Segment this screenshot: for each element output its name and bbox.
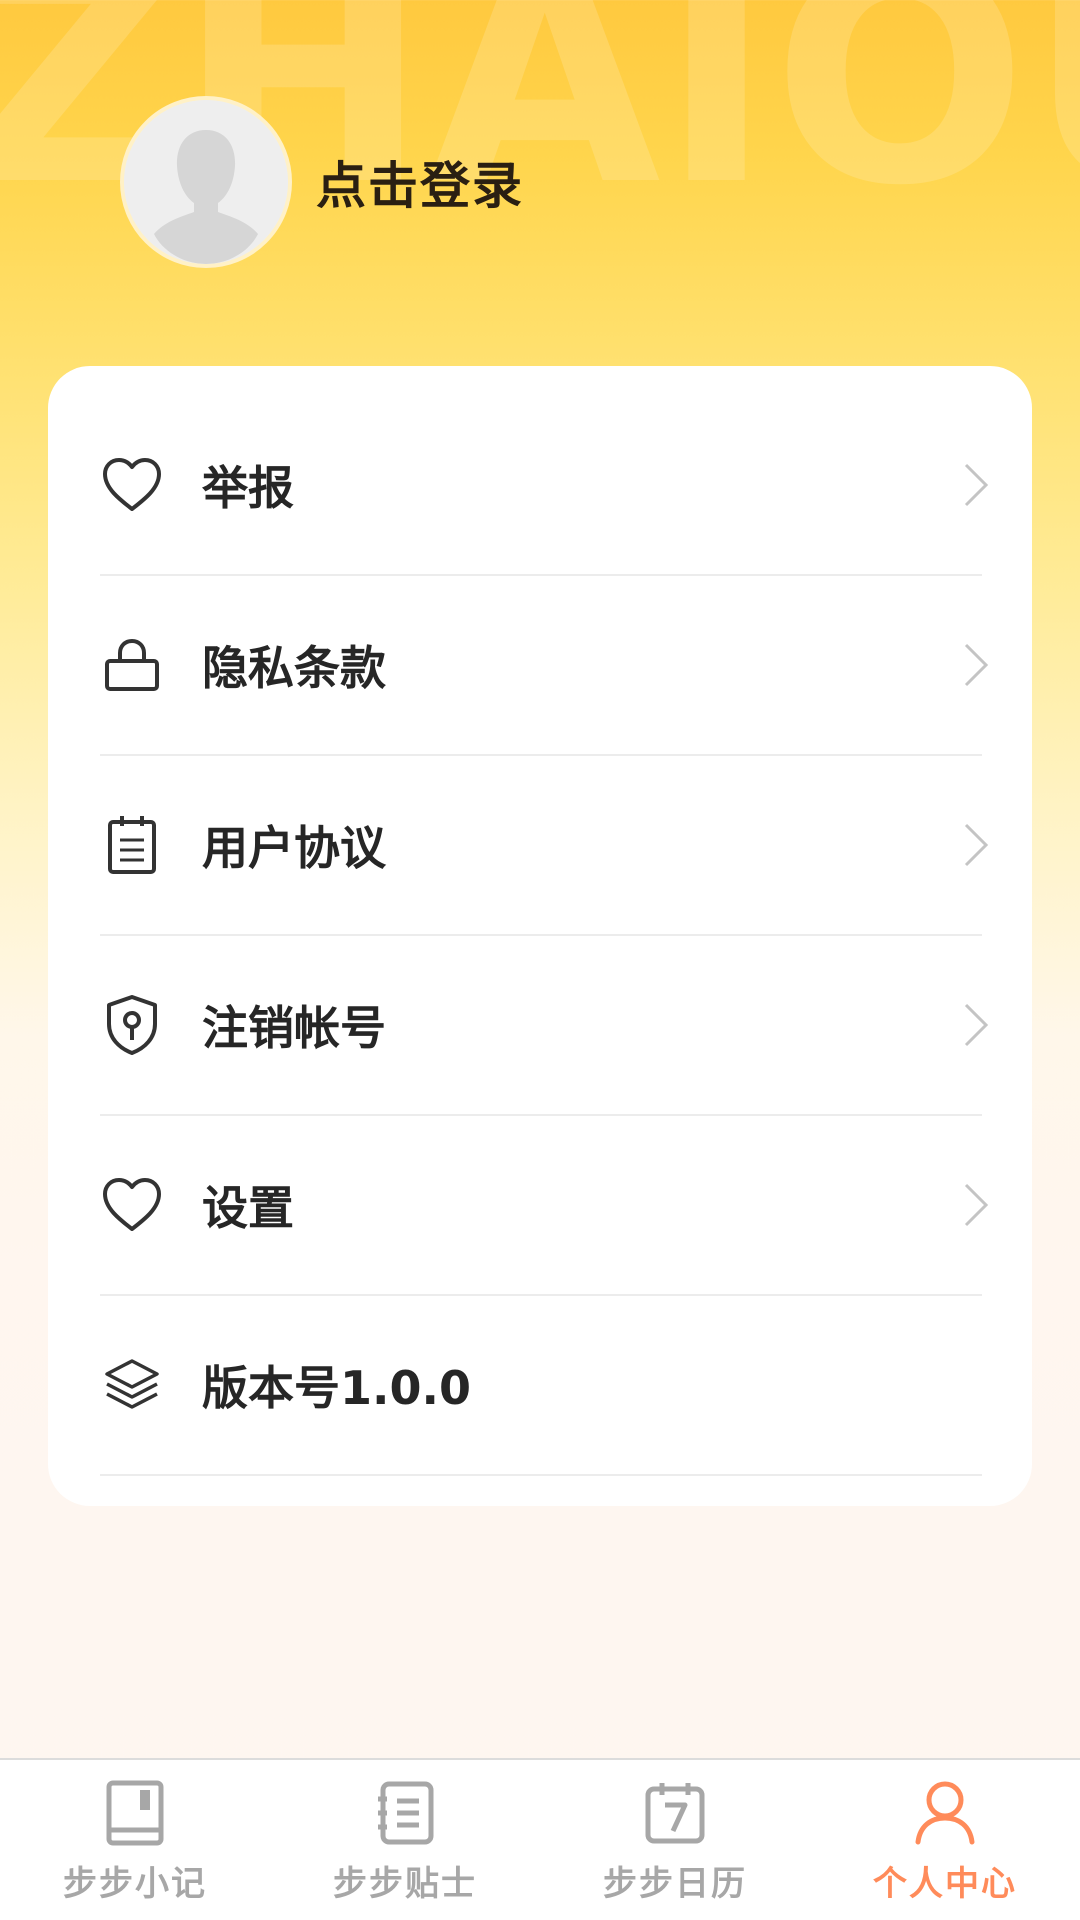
version-label: 版本号1.0.0 — [202, 1361, 471, 1415]
tab-label: 步步日历 — [603, 1864, 747, 1904]
login-label[interactable]: 点击登录 — [316, 146, 524, 218]
tab-profile[interactable]: 个人中心 — [810, 1760, 1080, 1920]
menu-item-user-agreement[interactable]: 用户协议 — [100, 756, 989, 936]
avatar[interactable] — [120, 96, 292, 268]
heart-icon — [100, 1173, 164, 1237]
bottom-tab-bar: 步步小记 步步贴士 步步日历 个人中心 — [0, 1758, 1080, 1920]
menu-item-label: 注销帐号 — [202, 1001, 386, 1055]
calendar-icon — [640, 1778, 710, 1848]
menu-item-label: 用户协议 — [202, 821, 386, 875]
tab-label: 步步小记 — [63, 1864, 207, 1904]
lock-icon — [100, 633, 164, 697]
menu-item-privacy[interactable]: 隐私条款 — [100, 576, 989, 756]
tab-notes[interactable]: 步步小记 — [0, 1760, 270, 1920]
menu-item-label: 设置 — [202, 1181, 294, 1235]
menu-item-label: 隐私条款 — [202, 641, 386, 695]
person-icon — [910, 1778, 980, 1848]
book-icon — [100, 1778, 170, 1848]
heart-icon — [100, 453, 164, 517]
profile-header[interactable]: 点击登录 — [120, 96, 524, 268]
chevron-right-icon — [964, 1183, 989, 1227]
chevron-right-icon — [964, 643, 989, 687]
tab-label: 个人中心 — [873, 1864, 1017, 1904]
menu-item-delete-account[interactable]: 注销帐号 — [100, 936, 989, 1116]
default-avatar-icon — [124, 100, 288, 264]
tab-calendar[interactable]: 步步日历 — [540, 1760, 810, 1920]
chevron-right-icon — [964, 1003, 989, 1047]
chevron-right-icon — [964, 823, 989, 867]
notepad-icon — [100, 813, 164, 877]
menu-item-report[interactable]: 举报 — [100, 396, 989, 576]
menu-item-version: 版本号1.0.0 — [100, 1296, 982, 1476]
menu-item-label: 举报 — [202, 461, 294, 515]
tab-tips[interactable]: 步步贴士 — [270, 1760, 540, 1920]
menu-item-settings[interactable]: 设置 — [100, 1116, 989, 1296]
shield-key-icon — [100, 993, 164, 1057]
menu-card: 举报 隐私条款 用户协议 注销帐号 设置 版本号1.0.0 — [48, 366, 1032, 1506]
layers-icon — [100, 1353, 164, 1417]
tab-label: 步步贴士 — [333, 1864, 477, 1904]
chevron-right-icon — [964, 463, 989, 507]
notebook-list-icon — [370, 1778, 440, 1848]
